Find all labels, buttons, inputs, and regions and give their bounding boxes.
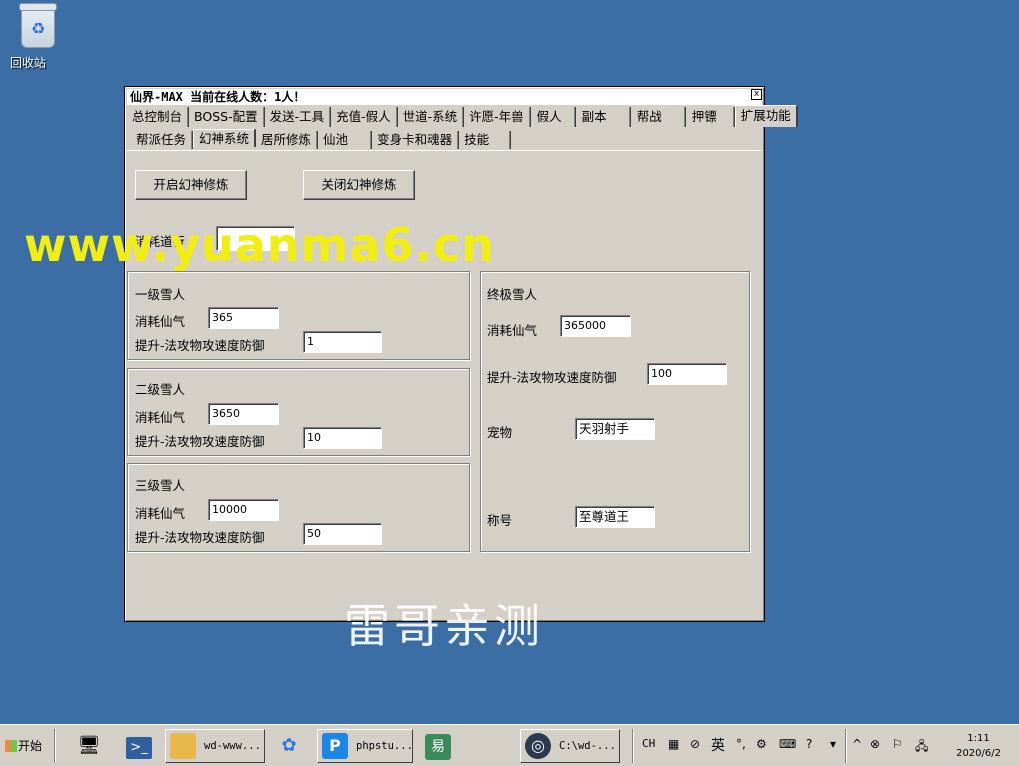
tab-guild-quest[interactable]: 帮派任务 — [131, 131, 193, 149]
tab-guild-war[interactable]: 帮战 — [631, 107, 685, 127]
taskbar: 开始 🖥 >_ wd-www... ✿ P phpstu... 易 ◎ C:\w… — [0, 724, 1019, 766]
ultimate-boost-label: 提升-法攻物攻速度防御 — [487, 370, 617, 385]
start-label: 开始 — [18, 739, 43, 753]
ultimate-group: 终极雪人 消耗仙气 365000 提升-法攻物攻速度防御 100 宠物 天羽射手… — [480, 271, 750, 552]
recycle-bin[interactable]: ♻ 回收站 — [10, 3, 66, 70]
ime-skin-icon[interactable]: ⚙ — [756, 737, 767, 751]
ultimate-xianqi-label: 消耗仙气 — [487, 323, 538, 338]
level2-group: 二级雪人 消耗仙气 3650 提升-法攻物攻速度防御 10 — [127, 368, 470, 456]
punctuation-icon[interactable]: °, — [736, 737, 746, 751]
network-icon[interactable]: 🖧 — [915, 737, 928, 758]
ultimate-xianqi-input[interactable]: 365000 — [560, 315, 631, 337]
level3-boost-label: 提升-法攻物攻速度防御 — [135, 530, 265, 545]
powershell-icon[interactable]: >_ — [122, 729, 156, 763]
level2-boost-label: 提升-法攻物攻速度防御 — [135, 434, 265, 449]
level2-xianqi-input[interactable]: 3650 — [208, 403, 279, 425]
start-training-button[interactable]: 开启幻神修炼 — [135, 170, 247, 200]
security-icon[interactable]: ⊗ — [870, 737, 880, 751]
level3-group: 三级雪人 消耗仙气 10000 提升-法攻物攻速度防御 50 — [127, 463, 470, 552]
main-window: 仙界-MAX 当前在线人数：1人！ x 总控制台 BOSS-配置 发送-工具 充… — [124, 86, 797, 622]
tab-residence-training[interactable]: 居所修炼 — [256, 131, 318, 149]
server-manager-icon[interactable]: 🖥 — [72, 729, 106, 763]
tab-escort[interactable]: 押镖 — [686, 107, 734, 127]
app-icon[interactable]: 易 — [420, 729, 456, 763]
language-indicator[interactable]: CH — [642, 737, 655, 750]
panel-divider — [127, 150, 762, 151]
taskbar-phpstudy-label: phpstu... — [356, 740, 413, 752]
level1-title: 一级雪人 — [135, 287, 186, 302]
tab-recharge-bots[interactable]: 充值-假人 — [331, 107, 397, 127]
clock-date: 2020/6/2 — [956, 748, 1001, 759]
level3-title: 三级雪人 — [135, 478, 186, 493]
ime-mode[interactable]: 英 — [711, 735, 725, 755]
ultimate-pet-label: 宠物 — [487, 425, 513, 440]
taskbar-separator — [845, 729, 847, 763]
tab-send-tools[interactable]: 发送-工具 — [265, 107, 331, 127]
ultimate-title-input[interactable]: 至尊道王 — [575, 506, 655, 528]
tab-boss-config[interactable]: BOSS-配置 — [189, 107, 264, 127]
level2-title: 二级雪人 — [135, 382, 186, 397]
start-button[interactable]: 开始 — [2, 733, 46, 759]
watermark-url: www.yuanma6.cn — [24, 218, 496, 272]
window-title: 仙界-MAX 当前在线人数：1人！ — [127, 89, 762, 105]
tab-console[interactable]: 总控制台 — [127, 107, 189, 127]
tab-skills[interactable]: 技能 — [459, 131, 511, 149]
ime-disable-icon[interactable]: ⊘ — [690, 737, 700, 751]
tab-wish-beast[interactable]: 许愿-年兽 — [464, 107, 530, 127]
level2-boost-input[interactable]: 10 — [303, 427, 382, 449]
ultimate-title: 终极雪人 — [487, 287, 538, 302]
tab-row-main: 总控制台 BOSS-配置 发送-工具 充值-假人 世道-系统 许愿-年兽 假人 … — [127, 105, 798, 127]
phpstudy-icon: P — [322, 733, 348, 759]
folder-icon — [170, 733, 196, 759]
tray-expand-icon[interactable]: ^ — [852, 737, 862, 751]
level2-xianqi-label: 消耗仙气 — [135, 410, 186, 425]
ultimate-boost-input[interactable]: 100 — [647, 363, 727, 385]
ultimate-title-label: 称号 — [487, 513, 513, 528]
level1-xianqi-input[interactable]: 365 — [208, 307, 279, 329]
recycle-bin-label: 回收站 — [10, 56, 47, 70]
taskbar-button-folder[interactable]: wd-www... — [165, 729, 265, 763]
level1-xianqi-label: 消耗仙气 — [135, 314, 186, 329]
stop-training-button[interactable]: 关闭幻神修炼 — [303, 170, 415, 200]
taskbar-button-phpstudy[interactable]: P phpstu... — [317, 729, 413, 763]
tab-immortal-pool[interactable]: 仙池 — [318, 131, 372, 149]
tab-bots[interactable]: 假人 — [531, 107, 575, 127]
clock[interactable]: 1:11 2020/6/2 — [956, 731, 1001, 761]
ime-toolbar-icon[interactable]: ▦ — [668, 737, 679, 751]
baidu-netdisk-icon[interactable]: ✿ — [272, 729, 306, 763]
recycle-bin-icon: ♻ — [19, 3, 57, 48]
level3-xianqi-label: 消耗仙气 — [135, 506, 186, 521]
tab-phantom-system[interactable]: 幻神系统 — [193, 129, 256, 147]
action-center-flag-icon[interactable]: ⚐ — [892, 737, 903, 751]
taskbar-separator — [54, 729, 56, 763]
tab-transform-cards[interactable]: 变身卡和魂器 — [372, 131, 459, 149]
tab-dungeon[interactable]: 副本 — [576, 107, 630, 127]
ultimate-pet-input[interactable]: 天羽射手 — [575, 418, 655, 440]
level3-xianqi-input[interactable]: 10000 — [208, 499, 279, 521]
taskbar-separator — [632, 729, 634, 763]
close-icon[interactable]: x — [751, 89, 762, 100]
level1-boost-label: 提升-法攻物攻速度防御 — [135, 338, 265, 353]
level1-group: 一级雪人 消耗仙气 365 提升-法攻物攻速度防御 1 — [127, 271, 470, 360]
level3-boost-input[interactable]: 50 — [303, 523, 382, 545]
taskbar-folder-label: wd-www... — [204, 740, 261, 752]
options-chevron-icon[interactable]: ▾ — [830, 737, 836, 751]
tab-world-system[interactable]: 世道-系统 — [398, 107, 464, 127]
softkeyboard-icon[interactable]: ⌨ — [779, 737, 796, 751]
windows-flag-icon — [5, 740, 17, 752]
clock-time: 1:11 — [967, 733, 990, 744]
watermark-caption: 雷哥亲测 — [344, 599, 544, 653]
taskbar-button-console[interactable]: ◎ C:\wd-... — [520, 729, 620, 763]
tab-row-sub: 帮派任务 幻神系统 居所修炼 仙池 变身卡和魂器 技能 — [131, 129, 511, 151]
level1-boost-input[interactable]: 1 — [303, 331, 382, 353]
help-icon[interactable]: ? — [806, 737, 812, 751]
console-icon: ◎ — [525, 733, 551, 759]
tab-extensions[interactable]: 扩展功能 — [734, 105, 797, 127]
taskbar-console-label: C:\wd-... — [559, 740, 616, 752]
